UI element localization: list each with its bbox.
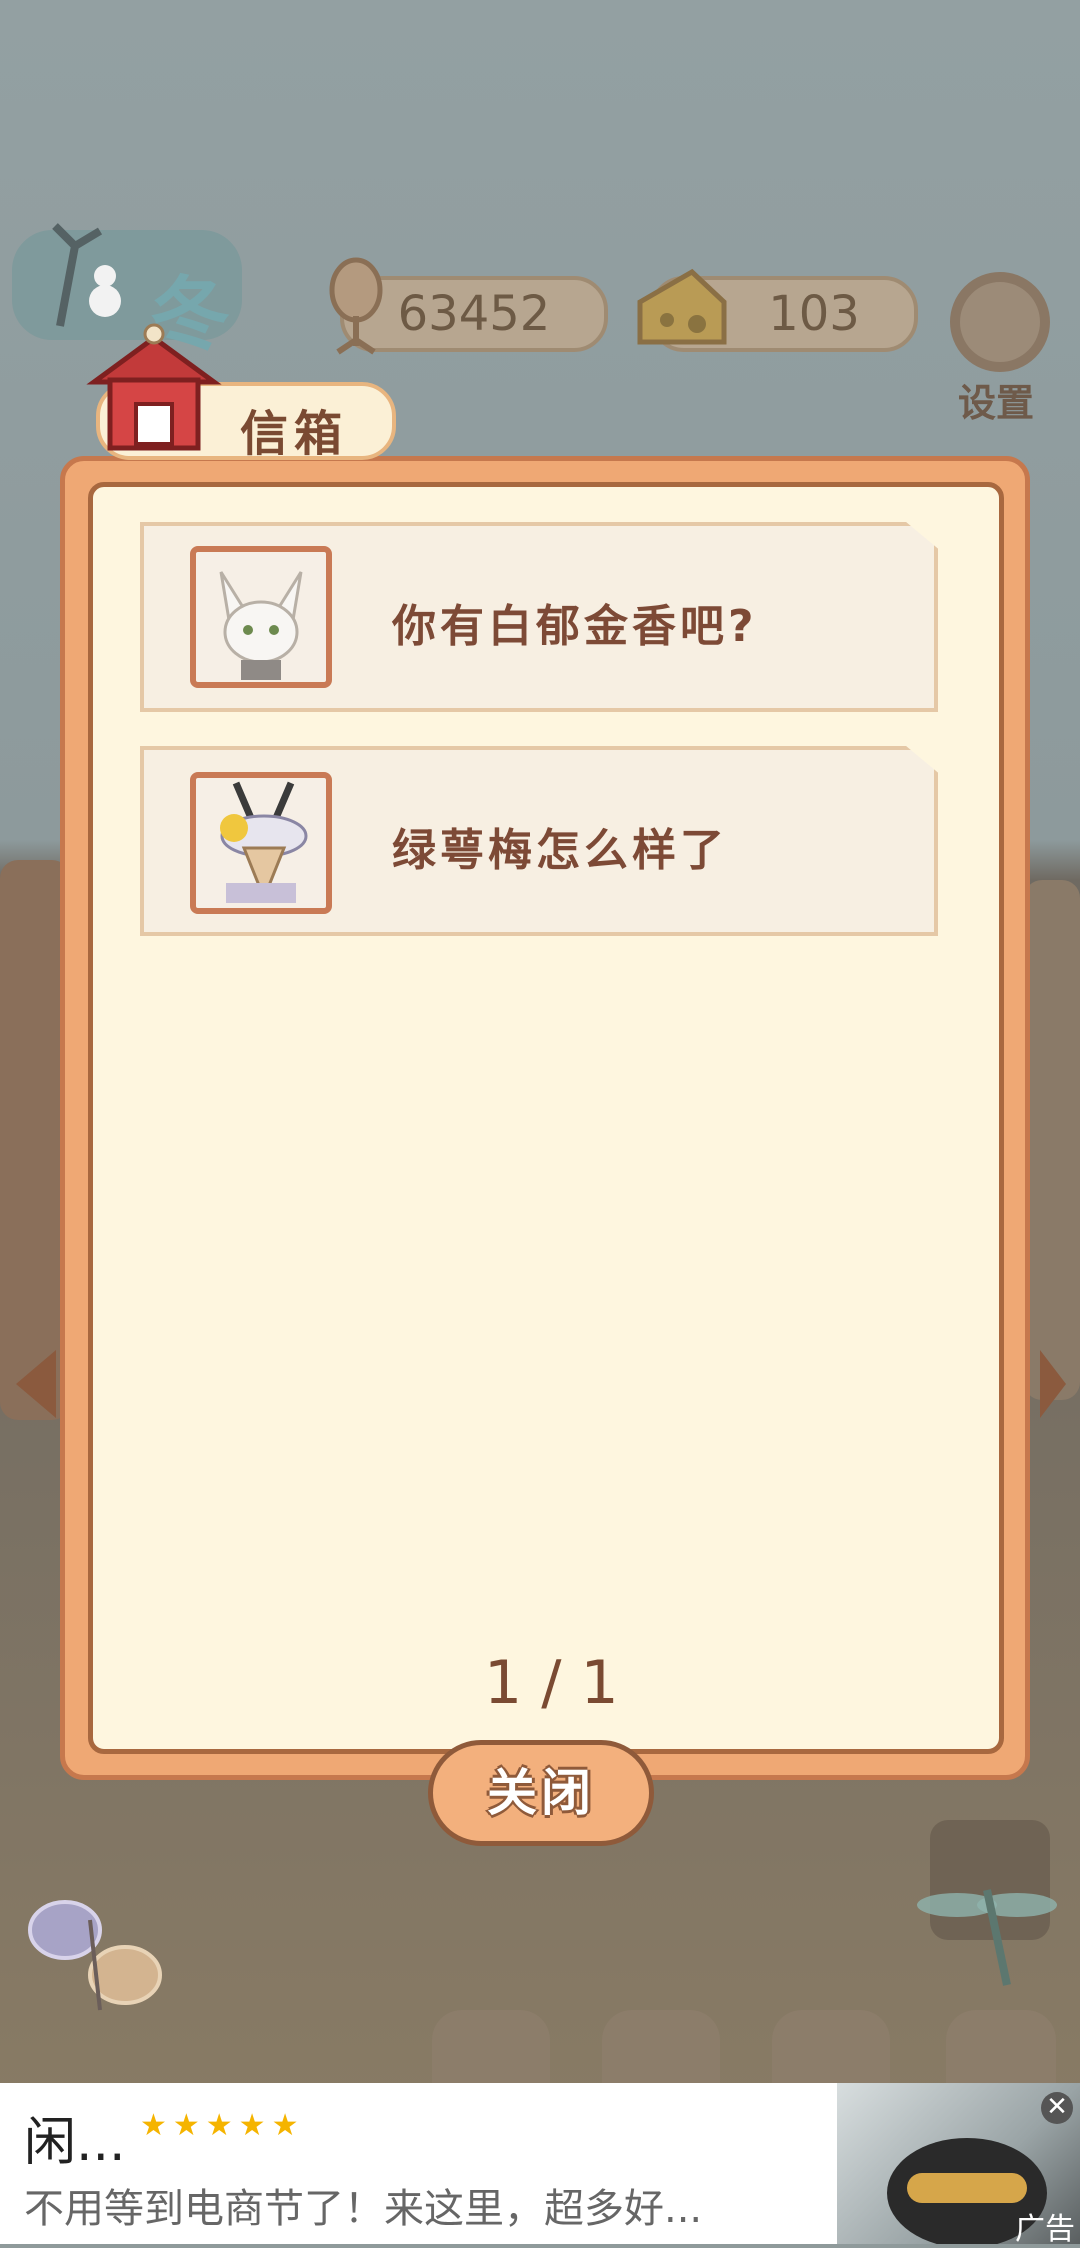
snow-tree-icon	[52, 223, 121, 327]
fish-count: 63452	[397, 286, 551, 342]
left-arrow-icon[interactable]	[16, 1350, 56, 1418]
ad-label: 广告	[1015, 2212, 1075, 2247]
bg-bottom-button[interactable]	[772, 2010, 890, 2090]
settings-gear-icon[interactable]	[950, 272, 1050, 372]
settings-label[interactable]: 设置	[958, 372, 1034, 427]
ad-title[interactable]: 闲...	[24, 2100, 126, 2175]
page-indicator: 1 / 1	[484, 1648, 619, 1718]
letter-text: 你有白郁金香吧?	[392, 601, 758, 652]
bg-bottom-button[interactable]	[602, 2010, 720, 2090]
bg-bottom-button[interactable]	[946, 2010, 1056, 2090]
goat-avatar-icon	[190, 772, 332, 914]
dragonfly-icon	[917, 1889, 1057, 1986]
ad-close-icon[interactable]: ✕	[1041, 2092, 1073, 2124]
close-button[interactable]: 关闭	[428, 1740, 654, 1846]
cheese-icon	[637, 268, 727, 345]
bg-house-panel-right	[1024, 880, 1080, 1400]
cheese-count: 103	[768, 286, 860, 342]
ad-body-text[interactable]: 不用等到电商节了！来这里，超多好...	[24, 2176, 824, 2234]
mailbox-house-icon	[86, 323, 222, 451]
butterfly-icon	[28, 1900, 162, 2011]
fox-avatar-icon	[190, 546, 332, 688]
ad-rating-stars: ★★★★★	[140, 2108, 305, 2143]
right-arrow-icon[interactable]	[1040, 1350, 1066, 1418]
fishbone-icon	[329, 257, 383, 355]
letter-text: 绿萼梅怎么样了	[392, 825, 728, 876]
bg-bottom-button[interactable]	[432, 2010, 550, 2090]
mailbox-title: 信箱	[240, 406, 349, 462]
